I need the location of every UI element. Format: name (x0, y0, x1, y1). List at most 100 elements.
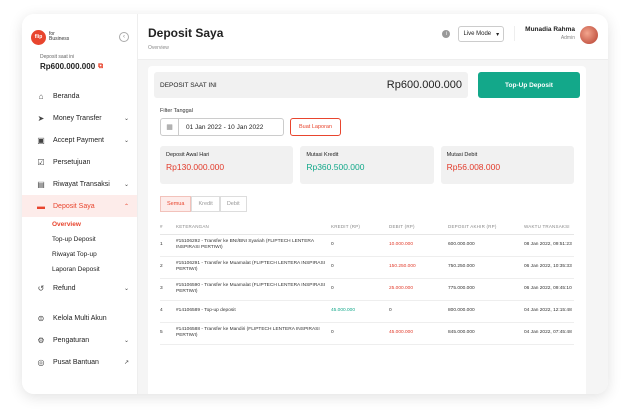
sidebar-item-label: Pusat Bantuan (53, 358, 99, 366)
cell-desc: #15106291 - Transfer ke Muamalat (FLIPTE… (176, 256, 331, 279)
topup-deposit-button[interactable]: Top-Up Deposit (478, 72, 580, 98)
table-row[interactable]: 5 #14106588 - Transfer ke Mandiri (FLIPT… (160, 322, 574, 345)
cell-kredit: 45.000.000 (331, 300, 389, 323)
brand-row: flip for Business ‹ (22, 14, 137, 50)
mode-select-value: Live Mode (463, 31, 492, 37)
cell-no: 3 (160, 278, 176, 301)
summary-card-opening: Deposit Awal Hari Rp130.000.000 (160, 146, 294, 184)
avatar[interactable] (580, 26, 598, 44)
sidebar-item-persetujuan[interactable]: ☑ Persetujuan (22, 151, 137, 173)
overview-panel: Filter Tanggal ▦ 01 Jan 2022 - 10 Jan 20… (154, 108, 580, 345)
sidebar-item-label: Accept Payment (53, 136, 104, 144)
date-range-picker[interactable]: ▦ 01 Jan 2022 - 10 Jan 2022 (160, 118, 284, 136)
table-row[interactable]: 3 #15106590 - Transfer ke Muamalat (FLIP… (160, 278, 574, 301)
cell-deposit-akhir: 750.250.000 (448, 256, 524, 279)
table-row[interactable]: 2 #15106291 - Transfer ke Muamalat (FLIP… (160, 256, 574, 279)
sidebar-item-label: Money Transfer (53, 114, 102, 122)
accounts-icon: ⊜ (37, 313, 45, 323)
sidebar-sub-overview[interactable]: Overview (22, 217, 137, 232)
summary-card-debit: Mutasi Debit Rp56.008.000 (440, 146, 574, 184)
tab-kredit[interactable]: Kredit (191, 196, 220, 212)
cell-kredit: 0 (331, 234, 389, 257)
brand-business: Business (49, 36, 70, 42)
filter-row: ▦ 01 Jan 2022 - 10 Jan 2022 Buat Laporan (160, 118, 574, 136)
col-header-no: # (160, 220, 176, 235)
summary-cards: Deposit Awal Hari Rp130.000.000 Mutasi K… (160, 146, 574, 184)
sidebar-item-beranda[interactable]: ⌂ Beranda (22, 85, 137, 107)
sidebar-item-label: Persetujuan (53, 158, 91, 166)
sidebar-item-label: Refund (53, 284, 76, 292)
table-row[interactable]: 1 #15106292 - Transfer ke BNI/BNI Syaria… (160, 234, 574, 257)
collapse-sidebar-icon[interactable]: ‹ (119, 32, 129, 42)
arrow-up-right-icon: ↗ (123, 359, 129, 366)
cell-waktu: 06 Jan 2022, 09:45:10 (524, 278, 574, 301)
chevron-down-icon: ⌄ (123, 137, 129, 144)
summary-value: Rp56.008.000 (446, 162, 501, 172)
chevron-up-icon: ⌃ (123, 203, 129, 210)
date-range-value: 01 Jan 2022 - 10 Jan 2022 (186, 123, 264, 131)
sidebar-item-money-transfer[interactable]: ➤ Money Transfer ⌄ (22, 107, 137, 129)
sidebar-item-pusat-bantuan[interactable]: ◎ Pusat Bantuan ↗ (22, 351, 137, 373)
app-window: flip for Business ‹ Deposit saat ini Rp6… (22, 14, 608, 394)
mode-select[interactable]: Live Mode ▾ (458, 26, 505, 42)
sidebar-item-accept-payment[interactable]: ▣ Accept Payment ⌄ (22, 129, 137, 151)
cell-kredit: 0 (331, 256, 389, 279)
home-icon: ⌂ (38, 91, 44, 101)
sidebar-item-label: Deposit Saya (53, 202, 95, 210)
cell-waktu: 08 Jan 2022, 09:51:23 (524, 234, 574, 257)
page-title: Deposit Saya (148, 26, 224, 40)
sidebar-item-refund[interactable]: ↺ Refund ⌄ (22, 277, 137, 299)
user-info[interactable]: Munadia Rahma Admin (514, 26, 575, 41)
sidebar-divider (22, 299, 137, 307)
sidebar-item-kelola-multi-akun[interactable]: ⊜ Kelola Multi Akun (22, 307, 137, 329)
sidebar-item-pengaturan[interactable]: ⚙ Pengaturan ⌄ (22, 329, 137, 351)
cell-debit: 0 (389, 300, 448, 323)
user-role: Admin (560, 35, 575, 41)
help-icon: ◎ (37, 357, 45, 367)
tab-semua[interactable]: Semua (160, 196, 192, 212)
cell-desc: #15106292 - Transfer ke BNI/BNI Syariah … (176, 234, 331, 257)
sidebar-item-label: Pengaturan (53, 336, 90, 344)
cell-no: 2 (160, 256, 176, 279)
table-row[interactable]: 4 #14106589 - Top-up deposit 45.000.000 … (160, 300, 574, 323)
cell-debit: 150.250.000 (389, 256, 448, 279)
cell-desc: #15106590 - Transfer ke Muamalat (FLIPTE… (176, 278, 331, 301)
cell-debit: 10.000.000 (389, 234, 448, 257)
info-icon[interactable]: i (442, 30, 451, 38)
breadcrumb[interactable]: Overview (148, 45, 223, 51)
sidebar-menu: ⌂ Beranda ➤ Money Transfer ⌄ ▣ Accept Pa… (22, 85, 137, 373)
col-header-kredit: KREDIT (RP) (331, 220, 389, 235)
topbar: Deposit Saya Overview i Live Mode ▾ Muna… (138, 14, 608, 60)
sidebar-item-riwayat-transaksi[interactable]: ▤ Riwayat Transaksi ⌄ (22, 173, 137, 195)
current-deposit-label: DEPOSIT SAAT INI (160, 81, 217, 89)
col-header-waktu: WAKTU TRANSAKSI (524, 220, 574, 235)
cell-no: 1 (160, 234, 176, 257)
tab-debit[interactable]: Debit (219, 196, 247, 212)
cell-desc: #14106589 - Top-up deposit (176, 300, 331, 323)
external-link-icon[interactable]: ⧉ (98, 63, 103, 71)
current-deposit-value: Rp600.000.000 (386, 79, 462, 91)
cell-no: 4 (160, 300, 176, 323)
sidebar-deposit-amount: Rp600.000.000 (40, 62, 96, 71)
sidebar-sub-topup-deposit[interactable]: Top-up Deposit (22, 232, 137, 247)
sidebar-item-deposit-saya[interactable]: ▬ Deposit Saya ⌃ (22, 195, 137, 217)
sidebar-sub-riwayat-topup[interactable]: Riwayat Top-up (22, 247, 137, 262)
create-report-button[interactable]: Buat Laporan (290, 118, 342, 136)
col-header-debit: DEBIT (RP) (389, 220, 448, 235)
brand-text: for Business (49, 32, 69, 42)
filter-label: Filter Tanggal (160, 108, 193, 114)
table-header-row: # KETERANGAN KREDIT (RP) DEBIT (RP) DEPO… (160, 220, 574, 235)
cell-deposit-akhir: 845.000.000 (448, 322, 524, 345)
sidebar-sub-laporan-deposit[interactable]: Laporan Deposit (22, 262, 137, 277)
cell-waktu: 04 Jan 2022, 07:45:48 (524, 322, 574, 345)
current-deposit-box: DEPOSIT SAAT INI Rp600.000.000 (154, 72, 468, 98)
chevron-down-icon: ⌄ (123, 181, 129, 188)
mutation-table: # KETERANGAN KREDIT (RP) DEBIT (RP) DEPO… (160, 220, 574, 345)
summary-label: Mutasi Debit (446, 152, 478, 158)
chevron-down-icon: ⌄ (123, 337, 129, 344)
cell-waktu: 06 Jan 2022, 10:35:33 (524, 256, 574, 279)
sidebar-item-label: Beranda (53, 92, 80, 100)
approval-icon: ☑ (37, 157, 45, 167)
summary-label: Mutasi Kredit (306, 152, 339, 158)
col-header-keterangan: KETERANGAN (176, 220, 331, 235)
